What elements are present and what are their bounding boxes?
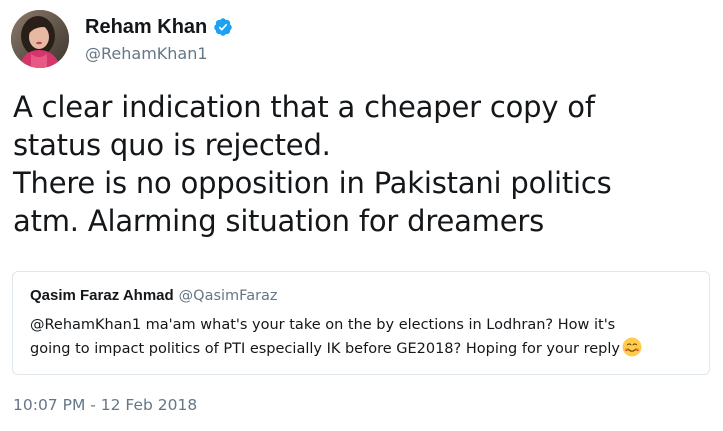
avatar[interactable]	[11, 10, 69, 68]
profile-photo-icon	[11, 10, 69, 68]
tweet-text-line: A clear indication that a cheaper copy o…	[13, 90, 595, 124]
tweet-text: A clear indication that a cheaper copy o…	[13, 88, 713, 240]
quoted-tweet-line: @RehamKhan1 ma'am what's your take on th…	[30, 317, 616, 333]
tweet-card: Reham Khan @RehamKhan1 A clear indicatio…	[0, 0, 723, 431]
tweet-text-line: status quo is rejected.	[13, 128, 331, 162]
author-names: Reham Khan @RehamKhan1	[85, 15, 233, 63]
smiling-face-with-hearts-emoji-icon	[622, 337, 642, 357]
tweet-text-line: There is no opposition in Pakistani poli…	[13, 166, 612, 200]
quoted-tweet-header: Qasim Faraz Ahmad @QasimFaraz	[30, 287, 278, 304]
author-display-name[interactable]: Reham Khan	[85, 16, 207, 39]
quoted-tweet[interactable]: Qasim Faraz Ahmad @QasimFaraz @RehamKhan…	[12, 271, 710, 375]
verified-badge-icon	[214, 18, 232, 36]
tweet-timestamp[interactable]: 10:07 PM - 12 Feb 2018	[13, 396, 197, 414]
quoted-author-name: Qasim Faraz Ahmad	[30, 287, 174, 304]
quoted-tweet-line-with-emoji: going to impact politics of PTI especial…	[30, 337, 702, 361]
author-handle[interactable]: @RehamKhan1	[85, 44, 233, 63]
tweet-header: Reham Khan @RehamKhan1	[11, 10, 233, 68]
quoted-tweet-text: @RehamKhan1 ma'am what's your take on th…	[30, 313, 702, 361]
tweet-text-line: atm. Alarming situation for dreamers	[13, 204, 544, 238]
quoted-tweet-line: going to impact politics of PTI especial…	[30, 341, 620, 357]
quoted-author-handle: @QasimFaraz	[178, 288, 278, 304]
author-name-row: Reham Khan	[85, 15, 233, 39]
